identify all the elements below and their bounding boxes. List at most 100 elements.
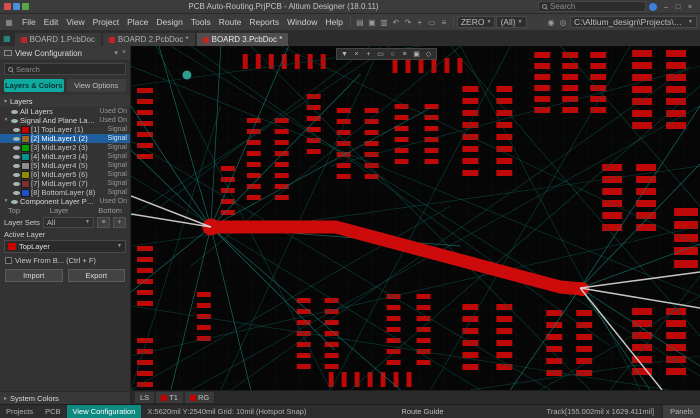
pcb-pad[interactable] [275,162,289,167]
pcb-pad[interactable] [632,50,652,57]
pcb-pad[interactable] [496,86,512,92]
maximize-button[interactable]: □ [672,2,684,11]
pcb-pad[interactable] [337,174,351,179]
pcb-pad[interactable] [462,352,478,358]
origin-select[interactable]: ZERO ▼ [457,16,496,28]
pcb-pad[interactable] [431,58,436,73]
pcb-pad[interactable] [393,58,398,73]
pcb-pad[interactable] [496,146,512,152]
pcb-pad[interactable] [666,368,686,375]
board-view-icon[interactable]: ▭ [426,16,438,28]
pcb-pad[interactable] [632,86,652,93]
panel-tab-projects[interactable]: Projects [0,405,39,418]
pcb-pad[interactable] [387,349,401,354]
visibility-eye-icon[interactable] [13,191,20,195]
open-document-icon[interactable]: ▤ [354,16,366,28]
layer-color-swatch[interactable] [22,127,29,133]
doc-tab-board-3-pcbdoc[interactable]: BOARD 3.PcbDoc * [197,33,289,46]
pcb-pad[interactable] [337,119,351,124]
pcb-pad[interactable] [307,105,321,110]
pcb-pad[interactable] [137,143,153,148]
pcb-pad[interactable] [674,221,698,229]
pcb-pad[interactable] [496,122,512,128]
pcb-pad[interactable] [418,58,423,73]
pcb-pad[interactable] [197,325,211,330]
pcb-pad[interactable] [297,353,311,358]
tab-view-options[interactable]: View Options [67,79,127,92]
pcb-pad[interactable] [632,122,652,129]
pcb-pad[interactable] [462,304,478,310]
export-button[interactable]: Export [68,269,126,282]
pcb-pad[interactable] [496,316,512,322]
pcb-pad[interactable] [590,63,606,69]
project-path-select[interactable]: C:\Altium_design\Projects\PCB Au ▼ [570,16,697,28]
visibility-eye-icon[interactable] [11,110,18,114]
pcb-pad[interactable] [534,85,550,91]
visibility-eye-icon[interactable] [13,182,20,186]
pcb-pad[interactable] [457,58,462,73]
visibility-eye-icon[interactable] [13,173,20,177]
pcb-pad[interactable] [424,126,438,131]
via-icon[interactable]: ○ [387,49,398,59]
pcb-pad[interactable] [137,110,153,115]
pcb-pad[interactable] [395,104,409,109]
layer-color-swatch[interactable] [22,190,29,196]
pcb-pad[interactable] [674,247,698,255]
pcb-pad[interactable] [416,327,430,332]
pcb-pad[interactable] [297,364,311,369]
pcb-pad[interactable] [256,54,261,69]
pcb-pad[interactable] [365,174,379,179]
visibility-eye-icon[interactable] [11,119,18,123]
visibility-eye-icon[interactable] [11,200,18,204]
pcb-pad[interactable] [674,208,698,216]
pcb-pad[interactable] [387,338,401,343]
menu-design[interactable]: Design [152,17,186,27]
filter-icon[interactable]: ▼ [339,49,350,59]
board-icon[interactable]: ▭ [375,49,386,59]
pcb-pad[interactable] [462,170,478,176]
pcb-pad[interactable] [462,158,478,164]
menu-file[interactable]: File [18,17,40,27]
layer-usage[interactable]: Used On [99,107,127,116]
pcb-pad[interactable] [221,166,235,171]
menu-edit[interactable]: Edit [40,17,63,27]
layer-usage[interactable]: Signal [108,179,127,188]
layer-row-1-toplayer-1[interactable]: [1] TopLayer (1)Signal [0,125,130,134]
pcb-pad[interactable] [295,54,300,69]
route-icon[interactable]: ◇ [423,49,434,59]
pcb-pad[interactable] [247,151,261,156]
clear-filter-icon[interactable]: × [351,49,362,59]
layer-row-7-midlayer6-7[interactable]: [7] MidLayer6 (7)Signal [0,179,130,188]
grid-icon[interactable]: ▣ [411,49,422,59]
pcb-pad[interactable] [275,173,289,178]
pcb-pad[interactable] [395,115,409,120]
pcb-pad[interactable] [337,130,351,135]
minimize-button[interactable]: – [660,2,672,11]
pcb-pad[interactable] [416,294,430,299]
pcb-pad[interactable] [137,290,153,295]
user-account-icon[interactable] [649,3,657,11]
tab-layers-colors[interactable]: Layers & Colors [4,79,64,92]
pcb-pad[interactable] [444,58,449,73]
layers-icon[interactable]: ≡ [399,49,410,59]
layer-usage[interactable]: Signal [108,188,127,197]
pcb-pad[interactable] [247,195,261,200]
snapshot-icon[interactable]: ◉ [545,16,557,28]
pcb-pad[interactable] [243,54,248,69]
home-view-icon[interactable]: ▦ [3,34,11,43]
pcb-pad[interactable] [562,85,578,91]
pcb-pad[interactable] [395,148,409,153]
pcb-pad[interactable] [562,74,578,80]
view-from-bottom-checkbox[interactable] [5,257,12,264]
pcb-pad[interactable] [462,340,478,346]
pcb-pad[interactable] [416,316,430,321]
pcb-pad[interactable] [534,74,550,80]
layer-row-8-bottomlayer-8[interactable]: [8] BottomLayer (8)Signal [0,188,130,197]
layer-row-2-midlayer1-2[interactable]: [2] MidLayer1 (2)Signal [0,134,130,143]
import-button[interactable]: Import [5,269,63,282]
layer-color-swatch[interactable] [22,154,29,160]
system-colors-section-header[interactable]: ▸ System Colors [0,391,130,404]
pcb-canvas-svg[interactable] [131,46,700,390]
layer-usage[interactable]: Signal [108,125,127,134]
pcb-pad[interactable] [562,107,578,113]
